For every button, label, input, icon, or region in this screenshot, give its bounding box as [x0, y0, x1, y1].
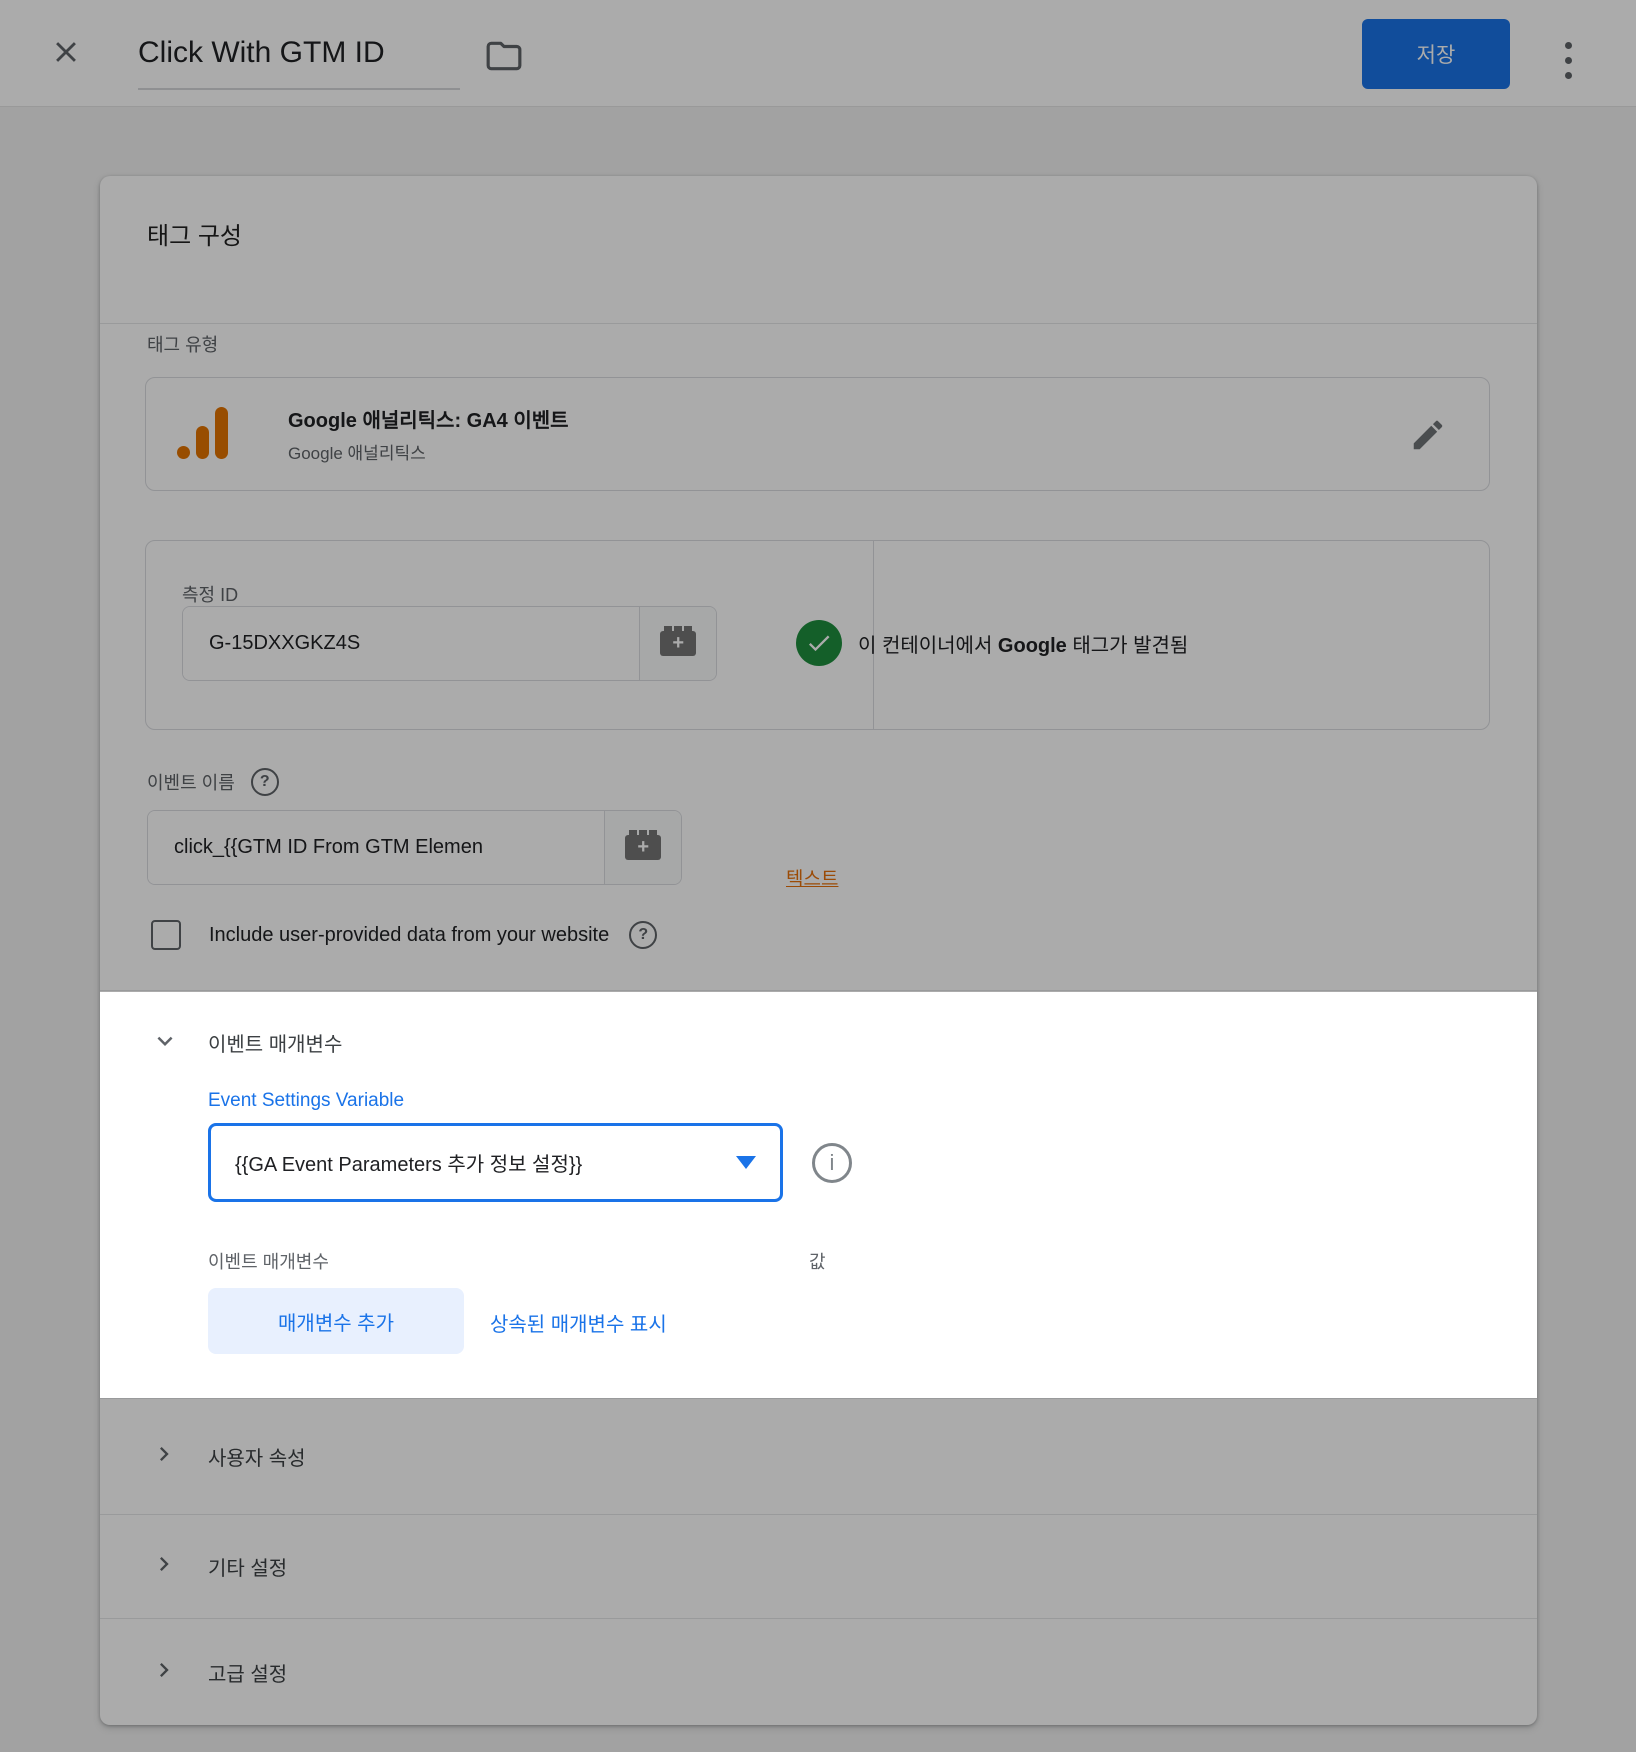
- section-user-properties[interactable]: 사용자 속성: [100, 1399, 1537, 1513]
- close-button[interactable]: [48, 36, 84, 72]
- close-icon: [49, 35, 83, 74]
- tag-title-input[interactable]: [138, 26, 460, 90]
- user-data-row: Include user-provided data from your web…: [151, 920, 657, 950]
- ga4-analytics-icon: [176, 407, 230, 461]
- chevron-right-icon: [150, 1550, 178, 1583]
- collapse-event-parameters[interactable]: [150, 1026, 180, 1056]
- tag-configuration-card: 태그 구성 태그 유형 Google 애널리틱스: GA4 이벤트 Google…: [100, 176, 1537, 1725]
- variable-picker-button[interactable]: +: [639, 607, 716, 680]
- tag-type-vendor: Google 애널리틱스: [288, 439, 569, 464]
- measurement-id-group: +: [182, 606, 717, 681]
- check-circle-icon: [796, 620, 842, 666]
- dropdown-caret-icon: [736, 1156, 756, 1169]
- lego-plus-icon: +: [660, 631, 696, 656]
- info-icon[interactable]: i: [812, 1143, 852, 1183]
- folder-icon: [485, 37, 523, 80]
- user-data-label: Include user-provided data from your web…: [209, 924, 609, 947]
- show-inherited-link[interactable]: 상속된 매개변수 표시: [490, 1308, 667, 1337]
- user-data-checkbox[interactable]: [151, 920, 181, 950]
- section-advanced-settings[interactable]: 고급 설정: [100, 1619, 1537, 1725]
- help-icon[interactable]: ?: [251, 768, 279, 796]
- top-bar: 저장: [0, 0, 1636, 107]
- card-title: 태그 구성: [147, 216, 242, 251]
- kebab-menu-button[interactable]: [1550, 34, 1586, 86]
- section-label: 기타 설정: [208, 1552, 287, 1581]
- section-other-settings[interactable]: 기타 설정: [100, 1515, 1537, 1617]
- tag-type-card[interactable]: Google 애널리틱스: GA4 이벤트 Google 애널리틱스: [145, 377, 1490, 491]
- measurement-id-input[interactable]: [183, 607, 639, 680]
- folder-button[interactable]: [484, 38, 524, 78]
- help-icon[interactable]: ?: [629, 921, 657, 949]
- save-button[interactable]: 저장: [1362, 19, 1510, 89]
- text-mode-link[interactable]: 텍스트: [786, 864, 838, 891]
- gtm-tag-editor: 저장 태그 구성 태그 유형 Google 애널리틱스: GA4 이벤트 Goo…: [0, 0, 1636, 1752]
- variable-picker-button[interactable]: +: [604, 811, 681, 884]
- measurement-id-panel: 측정 ID + 이 컨테이너에서 Google 태그가 발견됨: [145, 540, 1490, 730]
- divider: [100, 990, 1537, 991]
- esv-dropdown[interactable]: {{GA Event Parameters 추가 정보 설정}}: [208, 1123, 783, 1202]
- kebab-menu-icon: [1565, 42, 1572, 49]
- tag-type-label: 태그 유형: [147, 331, 218, 357]
- event-name-input[interactable]: [148, 811, 604, 884]
- event-name-label-row: 이벤트 이름 ?: [147, 768, 279, 796]
- edit-icon[interactable]: [1409, 416, 1447, 459]
- esv-dropdown-value: {{GA Event Parameters 추가 정보 설정}}: [235, 1148, 736, 1177]
- section-label: 고급 설정: [208, 1658, 287, 1687]
- divider: [100, 323, 1537, 324]
- esv-label: Event Settings Variable: [208, 1090, 404, 1112]
- param-column-header: 이벤트 매개변수: [208, 1248, 329, 1274]
- event-name-group: +: [147, 810, 682, 885]
- add-parameter-button[interactable]: 매개변수 추가: [208, 1288, 464, 1354]
- measurement-id-label: 측정 ID: [182, 581, 238, 607]
- chevron-down-icon: [150, 1043, 180, 1060]
- value-column-header: 값: [809, 1248, 826, 1274]
- tag-type-name: Google 애널리틱스: GA4 이벤트: [288, 404, 569, 433]
- chevron-right-icon: [150, 1656, 178, 1689]
- section-label: 사용자 속성: [208, 1442, 306, 1471]
- status-text: 이 컨테이너에서 Google 태그가 발견됨: [858, 629, 1188, 658]
- lego-plus-icon: +: [625, 835, 661, 860]
- chevron-right-icon: [150, 1440, 178, 1473]
- event-parameters-title: 이벤트 매개변수: [208, 1028, 342, 1057]
- event-name-label: 이벤트 이름: [147, 769, 235, 795]
